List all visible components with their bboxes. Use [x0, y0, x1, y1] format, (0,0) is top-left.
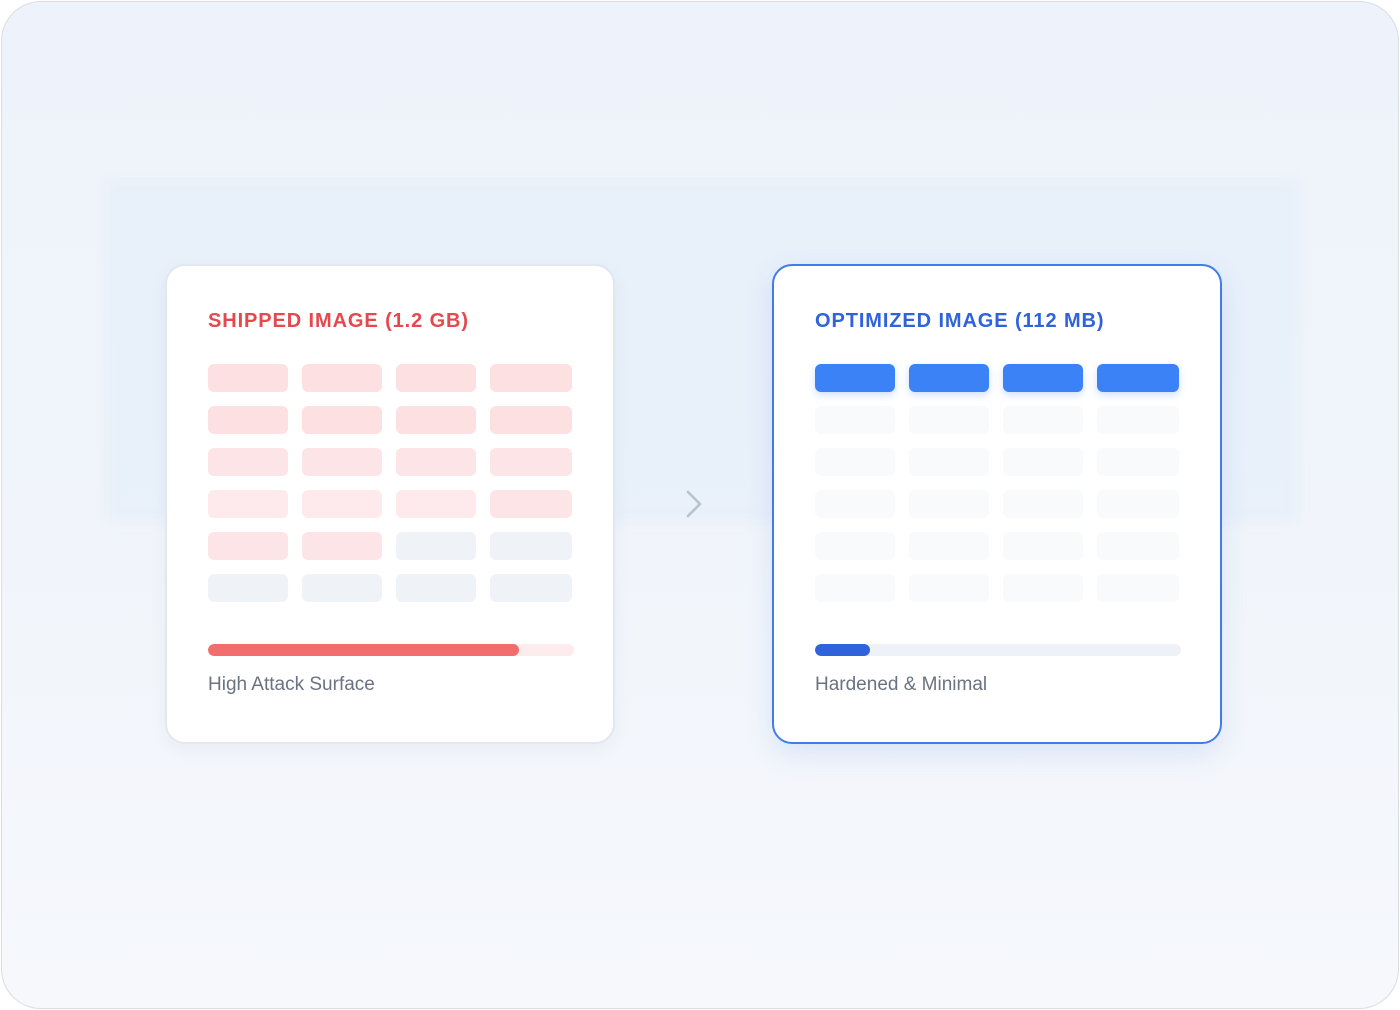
- optimized-layer-block: [909, 574, 989, 602]
- shipped-layer-block: [396, 406, 476, 434]
- diagram-frame: SHIPPED IMAGE (1.2 GB) High Attack Surfa…: [1, 1, 1399, 1009]
- shipped-image-caption: High Attack Surface: [208, 674, 375, 695]
- optimized-layer-block: [1003, 532, 1083, 560]
- optimized-layer-block: [815, 364, 895, 392]
- optimized-layer-block: [1003, 406, 1083, 434]
- optimized-attack-surface-fill: [815, 644, 870, 656]
- shipped-attack-surface-bar: [208, 644, 574, 656]
- shipped-layer-block: [396, 532, 476, 560]
- shipped-layer-block: [396, 574, 476, 602]
- shipped-layer-block: [302, 574, 382, 602]
- shipped-layer-block: [302, 532, 382, 560]
- shipped-image-title: SHIPPED IMAGE (1.2 GB): [208, 310, 469, 332]
- shipped-layer-block: [302, 448, 382, 476]
- shipped-image-card: SHIPPED IMAGE (1.2 GB) High Attack Surfa…: [165, 264, 615, 744]
- shipped-layer-block: [396, 364, 476, 392]
- optimized-layer-block: [1097, 448, 1179, 476]
- shipped-layer-block: [490, 406, 572, 434]
- shipped-layer-block: [490, 448, 572, 476]
- optimized-layer-block: [1097, 574, 1179, 602]
- shipped-attack-surface-fill: [208, 644, 520, 656]
- shipped-image-layers: [208, 364, 574, 602]
- optimized-layer-block: [909, 532, 989, 560]
- shipped-layer-block: [208, 364, 288, 392]
- shipped-layer-block: [208, 532, 288, 560]
- optimized-layer-block: [1003, 574, 1083, 602]
- shipped-layer-block: [490, 364, 572, 392]
- optimized-layer-block: [1097, 490, 1179, 518]
- optimized-attack-surface-bar: [815, 644, 1181, 656]
- shipped-layer-block: [302, 406, 382, 434]
- shipped-layer-block: [396, 490, 476, 518]
- optimized-layer-block: [815, 532, 895, 560]
- optimized-layer-block: [1097, 364, 1179, 392]
- optimized-layer-block: [1003, 364, 1083, 392]
- optimized-layer-block: [815, 406, 895, 434]
- optimized-layer-block: [909, 364, 989, 392]
- optimized-layer-block: [815, 574, 895, 602]
- optimized-layer-block: [909, 406, 989, 434]
- optimized-image-caption: Hardened & Minimal: [815, 674, 988, 695]
- optimized-layer-block: [909, 490, 989, 518]
- optimized-layer-block: [1097, 406, 1179, 434]
- optimized-layer-block: [1003, 448, 1083, 476]
- optimized-layer-block: [815, 490, 895, 518]
- shipped-layer-block: [490, 574, 572, 602]
- shipped-layer-block: [208, 406, 288, 434]
- shipped-layer-block: [396, 448, 476, 476]
- shipped-layer-block: [302, 490, 382, 518]
- shipped-layer-block: [302, 364, 382, 392]
- optimized-layer-block: [1003, 490, 1083, 518]
- shipped-layer-block: [208, 574, 288, 602]
- shipped-layer-block: [208, 448, 288, 476]
- shipped-layer-block: [208, 490, 288, 518]
- optimized-layer-block: [815, 448, 895, 476]
- shipped-layer-block: [490, 490, 572, 518]
- optimized-layer-block: [1097, 532, 1179, 560]
- shipped-layer-block: [490, 532, 572, 560]
- optimized-layer-block: [909, 448, 989, 476]
- chevron-right-icon: [686, 490, 702, 518]
- optimized-image-layers: [815, 364, 1181, 602]
- optimized-image-card: OPTIMIZED IMAGE (112 MB) Hardened & Mini…: [772, 264, 1222, 744]
- optimized-image-title: OPTIMIZED IMAGE (112 MB): [815, 310, 1105, 332]
